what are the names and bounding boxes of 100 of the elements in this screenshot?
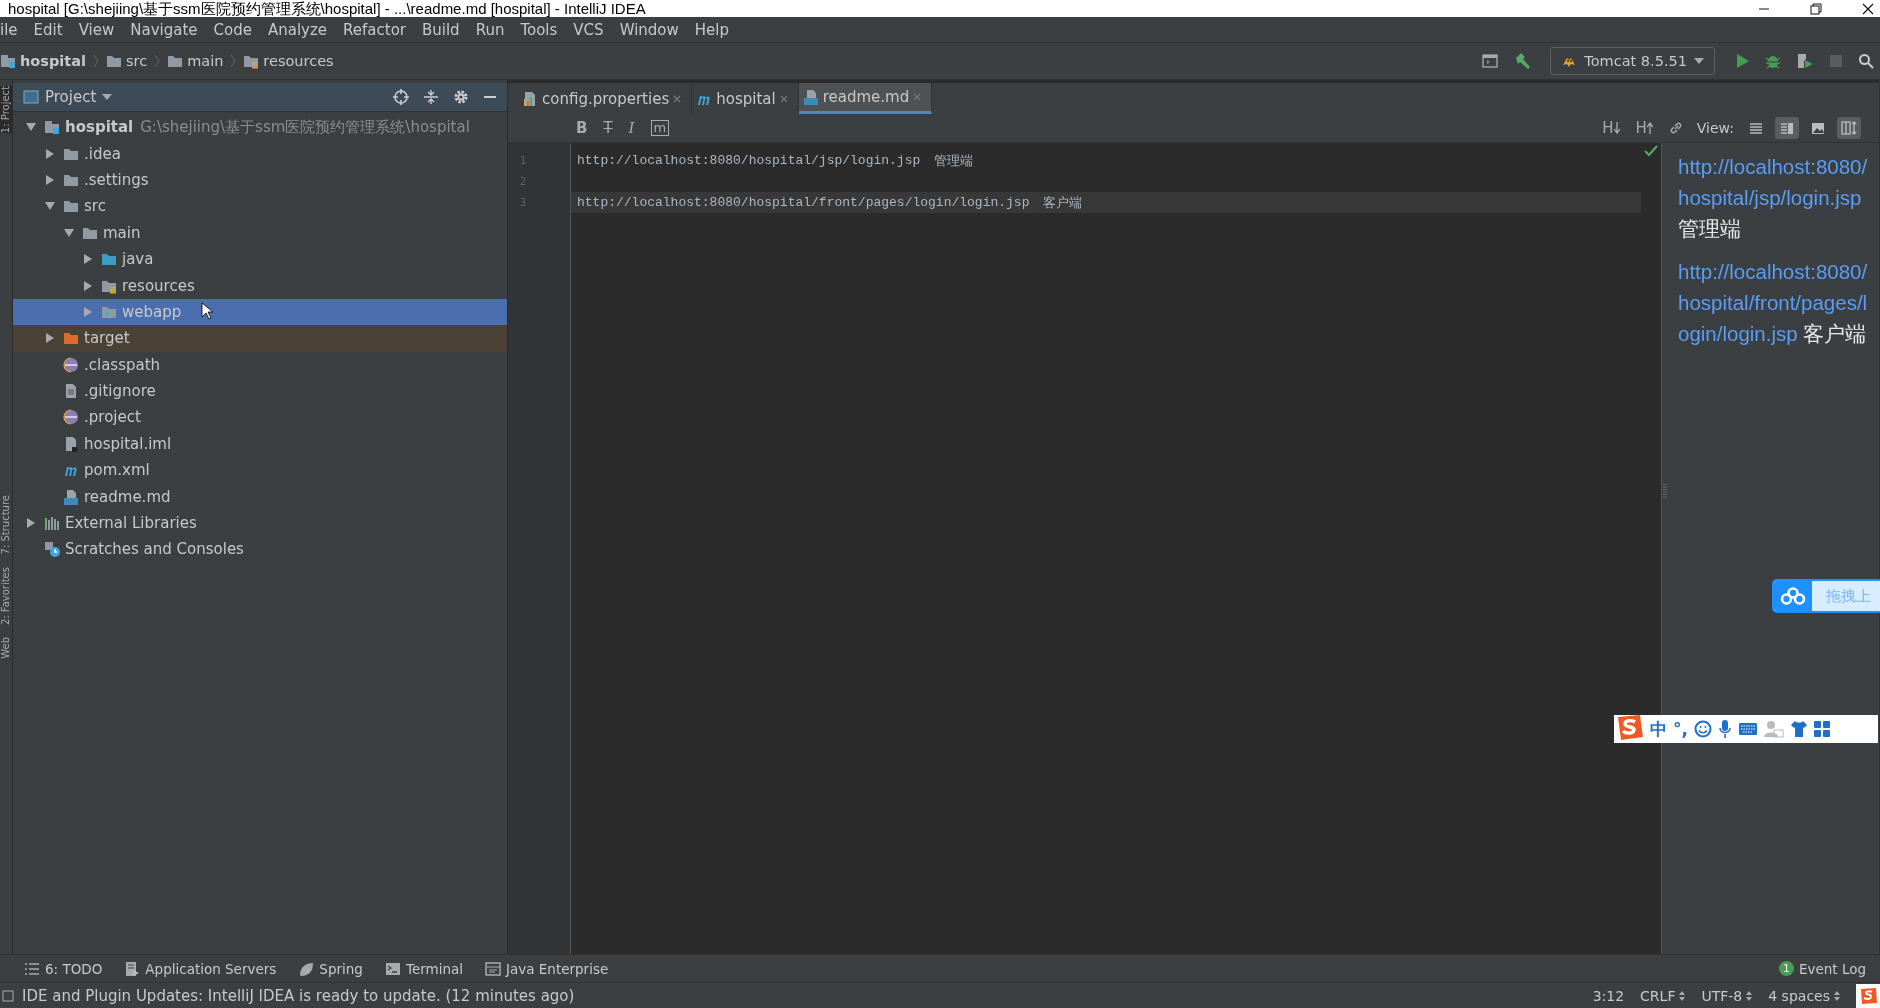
tool-window-button[interactable]: 6: TODO — [24, 960, 103, 977]
folder-icon — [105, 53, 122, 69]
microphone-icon[interactable] — [1717, 719, 1732, 739]
run-window-icon[interactable] — [1482, 53, 1499, 69]
tree-item[interactable]: .classpath — [13, 351, 507, 378]
bug-icon[interactable] — [1765, 53, 1781, 69]
tool-window-stripe-button[interactable]: 1: Project — [0, 86, 12, 134]
monospace-button[interactable]: m — [648, 119, 1589, 137]
tree-item[interactable]: .idea — [13, 140, 507, 167]
status-bar-widget[interactable]: CRLF — [1636, 987, 1690, 1004]
tree-item[interactable]: hospital G:\shejiing\基于ssm医院预约管理系统\hospital — [13, 114, 507, 141]
tool-window-stripe-button[interactable]: Web — [0, 636, 12, 659]
layout-toggle-icon[interactable] — [2, 989, 14, 1002]
collapsed-arrow-icon[interactable] — [83, 280, 93, 291]
tree-item[interactable]: java — [13, 245, 507, 273]
menu-item[interactable]: Tools — [512, 20, 566, 39]
breadcrumb[interactable]: hospital — [0, 53, 86, 69]
split-view-button[interactable] — [1775, 117, 1799, 139]
tree-item[interactable]: main — [13, 219, 507, 246]
mouse-pointer-icon — [201, 302, 213, 320]
menu-item[interactable]: Help — [686, 20, 737, 39]
tree-item[interactable]: target — [13, 325, 507, 352]
settings-icon[interactable] — [453, 89, 469, 105]
bold-button[interactable]: B — [574, 119, 590, 137]
run-configuration-dropdown[interactable]: Tomcat 8.5.51 — [1550, 47, 1715, 75]
servers-icon — [124, 960, 141, 977]
spring-icon — [298, 960, 315, 977]
tree-item[interactable]: readme.md — [13, 483, 507, 510]
sync-scroll-button[interactable] — [1837, 117, 1861, 139]
tool-window-stripe-button[interactable]: 2: Favorites — [0, 566, 12, 625]
hammer-icon[interactable] — [1513, 52, 1532, 70]
menu-item[interactable]: Refactor — [335, 20, 414, 39]
event-log-button[interactable]: 1 Event Log — [1778, 960, 1866, 977]
expanded-arrow-icon[interactable] — [45, 201, 55, 212]
breadcrumb[interactable]: resources — [243, 53, 334, 69]
breadcrumb[interactable]: src — [105, 53, 148, 69]
tool-window-button[interactable]: Spring — [298, 960, 363, 977]
status-bar-widget[interactable]: 4 spaces — [1764, 987, 1844, 1004]
italic-button[interactable]: I — [626, 119, 637, 137]
run-icon[interactable] — [1734, 53, 1750, 69]
collapsed-arrow-icon[interactable] — [26, 518, 36, 529]
menu-item[interactable]: ile — [0, 20, 26, 39]
tool-window-button[interactable]: Terminal — [384, 960, 463, 977]
menu-item[interactable]: Run — [467, 20, 513, 39]
expanded-arrow-icon[interactable] — [26, 122, 36, 133]
restore-icon[interactable] — [1810, 2, 1822, 15]
tree-item[interactable]: External Libraries — [13, 509, 507, 537]
close-icon[interactable] — [1862, 2, 1874, 15]
menu-item[interactable]: Build — [414, 20, 468, 39]
emoji-icon[interactable] — [1693, 720, 1712, 738]
strikethrough-button[interactable]: T — [601, 119, 615, 137]
properties-file-icon — [522, 90, 538, 107]
menu-item[interactable]: Code — [205, 20, 260, 39]
collapsed-arrow-icon[interactable] — [45, 333, 55, 344]
status-bar-widget[interactable]: UTF-8 — [1697, 987, 1757, 1004]
tree-item[interactable]: .settings — [13, 166, 507, 194]
keyboard-icon[interactable] — [1737, 722, 1758, 736]
menu-item[interactable]: View — [70, 20, 123, 39]
locate-icon[interactable] — [393, 89, 409, 105]
scratches-icon — [44, 541, 60, 558]
tree-item[interactable]: hospital.iml — [13, 430, 507, 458]
tree-item[interactable]: resources — [13, 272, 507, 299]
collapsed-arrow-icon[interactable] — [83, 254, 93, 265]
menu-item[interactable]: Analyze — [259, 20, 336, 39]
breadcrumb[interactable]: main — [167, 53, 224, 69]
tree-item[interactable]: src — [13, 193, 507, 220]
module-icon — [44, 119, 60, 136]
updown-caret-icon — [1834, 990, 1840, 1001]
header-up-button[interactable]: H — [1633, 119, 1655, 137]
tree-item[interactable]: .gitignore — [13, 377, 507, 405]
expanded-arrow-icon[interactable] — [64, 227, 74, 238]
editor-tab[interactable]: readme.md — [798, 83, 933, 114]
header-down-button[interactable]: H — [1600, 119, 1622, 137]
collapse-icon[interactable] — [423, 89, 439, 105]
menu-item[interactable]: VCS — [565, 20, 612, 39]
input-mode-toggle[interactable]: 中 — [1650, 717, 1667, 741]
coverage-icon[interactable] — [1796, 53, 1814, 69]
split-mode-icon — [1780, 121, 1794, 135]
collapsed-arrow-icon[interactable] — [45, 148, 55, 159]
tool-window-stripe-button[interactable]: 7: Structure — [0, 495, 12, 555]
punctuation-toggle[interactable]: °, — [1673, 719, 1688, 739]
folder-icon — [101, 251, 117, 268]
tool-window-button[interactable]: Java Enterprise — [485, 960, 609, 977]
shirt-icon[interactable] — [1789, 720, 1808, 738]
sogou-tray-icon[interactable] — [1856, 983, 1880, 1008]
menu-item[interactable]: Window — [611, 20, 687, 39]
menu-item[interactable]: Edit — [25, 20, 71, 39]
tree-item[interactable]: pom.xml — [13, 457, 507, 484]
search-icon[interactable] — [1858, 53, 1874, 69]
status-bar-widget[interactable]: 3:12 — [1588, 987, 1629, 1004]
project-view-dropdown[interactable]: Project — [23, 88, 113, 106]
preview-paragraph: http://localhost:8080/hospital/jsp/login.jsp 管理端 — [1678, 154, 1868, 242]
tool-window-button[interactable]: Application Servers — [124, 960, 277, 977]
tree-item[interactable]: Scratches and Consoles — [13, 536, 507, 563]
preview-paragraph: http://localhost:8080/hospital/front/pages/login/login.jsp 客户端 — [1678, 259, 1868, 347]
preview-mode-icon — [1811, 121, 1825, 135]
collapsed-arrow-icon[interactable] — [45, 174, 55, 185]
grid-icon[interactable] — [1813, 721, 1830, 737]
menu-item[interactable]: Navigate — [122, 20, 206, 39]
tree-item[interactable]: .project — [13, 404, 507, 431]
